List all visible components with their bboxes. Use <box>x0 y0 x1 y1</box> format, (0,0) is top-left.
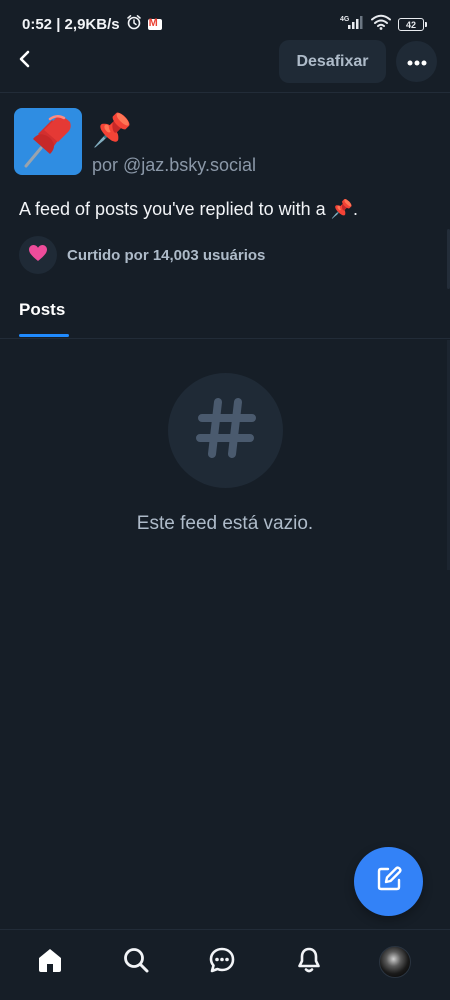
back-button[interactable] <box>10 46 40 76</box>
hashtag-icon <box>194 396 258 465</box>
search-icon <box>122 946 150 979</box>
signal-icon: 4G <box>340 14 364 35</box>
feed-title: 📌 <box>92 112 132 148</box>
more-horizontal-icon <box>407 53 427 71</box>
home-icon <box>36 946 64 979</box>
pushpin-icon <box>14 115 82 175</box>
feed-screen: 0:52 | 2,9KB/s 4G <box>0 0 450 1000</box>
header-divider <box>0 92 450 93</box>
battery-level: 42 <box>405 19 416 30</box>
gmail-icon <box>147 17 162 30</box>
alarm-icon <box>126 14 142 34</box>
tab-active-indicator <box>19 334 69 337</box>
like-button[interactable] <box>19 236 57 274</box>
nav-chat[interactable] <box>202 944 242 980</box>
tab-posts-label: Posts <box>19 300 66 319</box>
chevron-left-icon <box>18 49 32 74</box>
feed-author[interactable]: por @jaz.bsky.social <box>92 155 256 176</box>
bell-icon <box>295 946 323 979</box>
avatar <box>379 946 411 978</box>
wifi-icon <box>371 14 391 35</box>
status-right: 4G 42 <box>340 14 427 35</box>
unpin-button[interactable]: Desafixar <box>279 40 386 83</box>
like-count-text[interactable]: Curtido por 14,003 usuários <box>67 247 265 264</box>
empty-state-icon-circle <box>168 373 283 488</box>
compose-icon <box>375 865 403 898</box>
feed-avatar <box>14 108 82 175</box>
like-row: Curtido por 14,003 usuários <box>19 236 265 274</box>
status-bar: 0:52 | 2,9KB/s 4G <box>0 0 450 44</box>
status-left: 0:52 | 2,9KB/s <box>22 14 162 34</box>
empty-state-text: Este feed está vazio. <box>136 513 314 534</box>
chat-icon <box>208 946 236 979</box>
tab-posts[interactable]: Posts <box>19 300 69 338</box>
more-options-button[interactable] <box>396 41 437 82</box>
bottom-navigation <box>0 929 450 1000</box>
nav-notifications[interactable] <box>289 944 329 980</box>
heart-icon <box>28 244 48 267</box>
top-app-bar: Desafixar <box>0 40 450 92</box>
tabs-divider <box>0 338 450 339</box>
status-time-speed: 0:52 | 2,9KB/s <box>22 15 120 33</box>
battery-icon: 42 <box>398 18 427 31</box>
nav-home[interactable] <box>30 944 70 980</box>
compose-button[interactable] <box>354 847 423 916</box>
nav-profile[interactable] <box>375 944 415 980</box>
nav-search[interactable] <box>116 944 156 980</box>
network-label: 4G <box>340 16 350 23</box>
feed-description: A feed of posts you've replied to with a… <box>19 199 359 219</box>
